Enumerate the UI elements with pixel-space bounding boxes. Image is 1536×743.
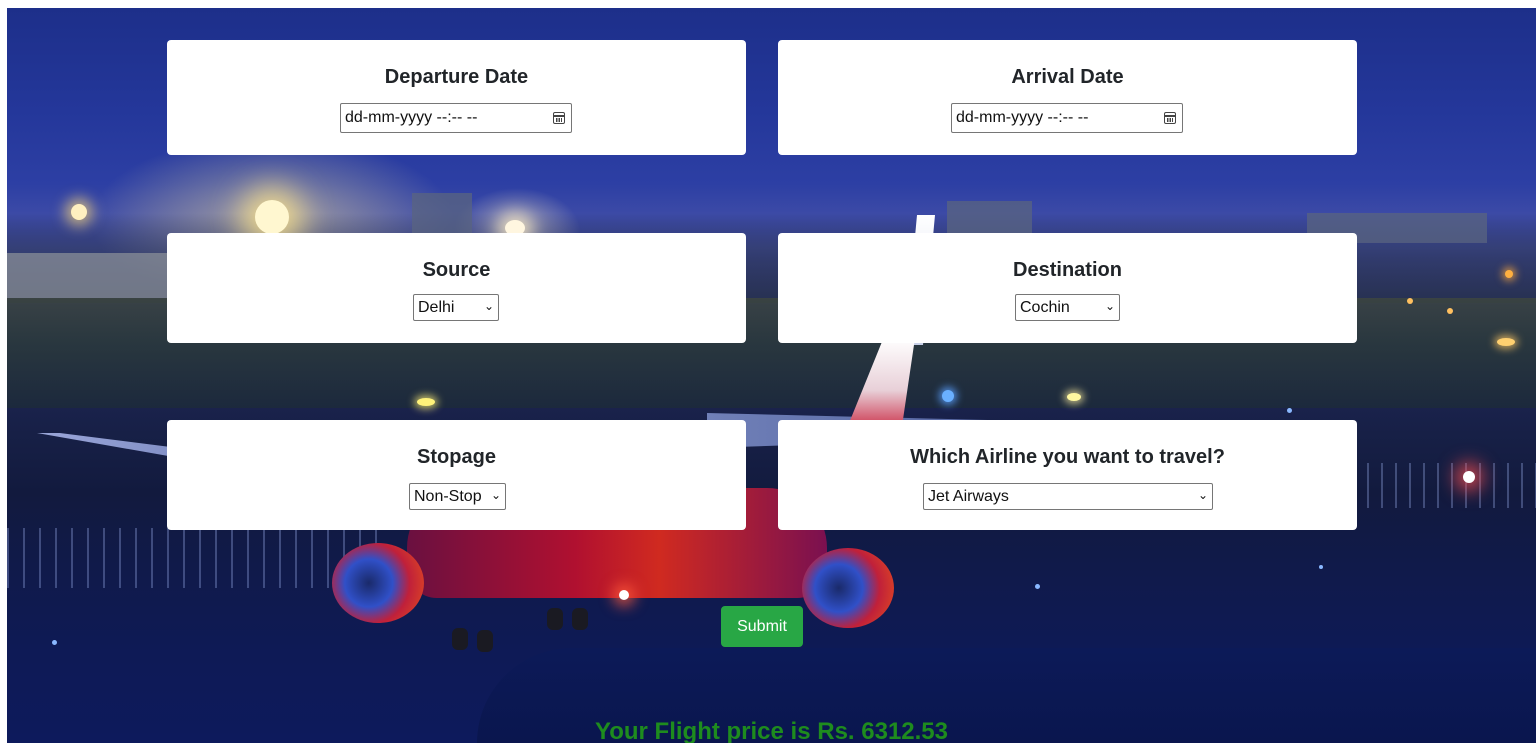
landing-gear	[547, 608, 563, 630]
source-select[interactable]: Delhi ⌄	[413, 294, 499, 321]
airline-label: Which Airline you want to travel?	[910, 446, 1225, 468]
departure-date-card: Departure Date dd-mm-yyyy --:-- --	[167, 40, 746, 155]
runway-light	[1497, 338, 1515, 346]
stoppage-select[interactable]: Non-Stop ⌄	[409, 483, 506, 510]
runway-light	[1319, 565, 1323, 569]
runway-light	[1463, 471, 1475, 483]
airline-select[interactable]: Jet Airways ⌄	[923, 483, 1213, 510]
source-card: Source Delhi ⌄	[167, 233, 746, 343]
stoppage-card: Stopage Non-Stop ⌄	[167, 420, 746, 530]
destination-card: Destination Cochin ⌄	[778, 233, 1357, 343]
stoppage-selected-value: Non-Stop	[414, 488, 482, 505]
airline-selected-value: Jet Airways	[928, 488, 1009, 505]
submit-button[interactable]: Submit	[721, 606, 803, 647]
fence	[7, 528, 377, 588]
departure-date-input[interactable]: dd-mm-yyyy --:-- --	[340, 103, 572, 133]
flight-price-result: Your Flight price is Rs. 6312.53	[594, 718, 948, 743]
calendar-icon[interactable]	[553, 112, 565, 124]
runway-light	[1447, 308, 1453, 314]
airplane-engine	[332, 543, 424, 623]
landing-gear	[452, 628, 468, 650]
runway-light	[52, 640, 57, 645]
runway-light	[71, 204, 87, 220]
arrival-date-card: Arrival Date dd-mm-yyyy --:-- --	[778, 40, 1357, 155]
calendar-icon[interactable]	[1164, 112, 1176, 124]
airplane-engine	[802, 548, 894, 628]
chevron-down-icon: ⌄	[483, 299, 494, 313]
runway-light	[1407, 298, 1413, 304]
runway-light	[942, 390, 954, 402]
runway-light	[619, 590, 629, 600]
chevron-down-icon: ⌄	[1197, 488, 1208, 502]
destination-selected-value: Cochin	[1020, 299, 1070, 316]
landing-gear	[572, 608, 588, 630]
destination-label: Destination	[1013, 259, 1122, 281]
fence	[1367, 463, 1536, 508]
stoppage-label: Stopage	[417, 446, 496, 468]
chevron-down-icon: ⌄	[1104, 299, 1115, 313]
arrival-date-label: Arrival Date	[1011, 66, 1124, 88]
departure-date-label: Departure Date	[384, 66, 529, 88]
runway-light	[1035, 584, 1040, 589]
source-label: Source	[422, 259, 491, 281]
destination-select[interactable]: Cochin ⌄	[1015, 294, 1120, 321]
arrival-date-placeholder: dd-mm-yyyy --:-- --	[956, 109, 1089, 126]
airline-card: Which Airline you want to travel? Jet Ai…	[778, 420, 1357, 530]
chevron-down-icon: ⌄	[490, 488, 501, 502]
runway-light	[1505, 270, 1513, 278]
arrival-date-input[interactable]: dd-mm-yyyy --:-- --	[951, 103, 1183, 133]
landing-gear	[477, 630, 493, 652]
runway-light	[417, 398, 435, 406]
departure-date-placeholder: dd-mm-yyyy --:-- --	[345, 109, 478, 126]
background-photo: Departure Date dd-mm-yyyy --:-- -- Arriv…	[7, 8, 1536, 743]
runway-light	[255, 200, 289, 234]
runway-light	[1287, 408, 1292, 413]
runway-light	[1067, 393, 1081, 401]
source-selected-value: Delhi	[418, 299, 455, 316]
